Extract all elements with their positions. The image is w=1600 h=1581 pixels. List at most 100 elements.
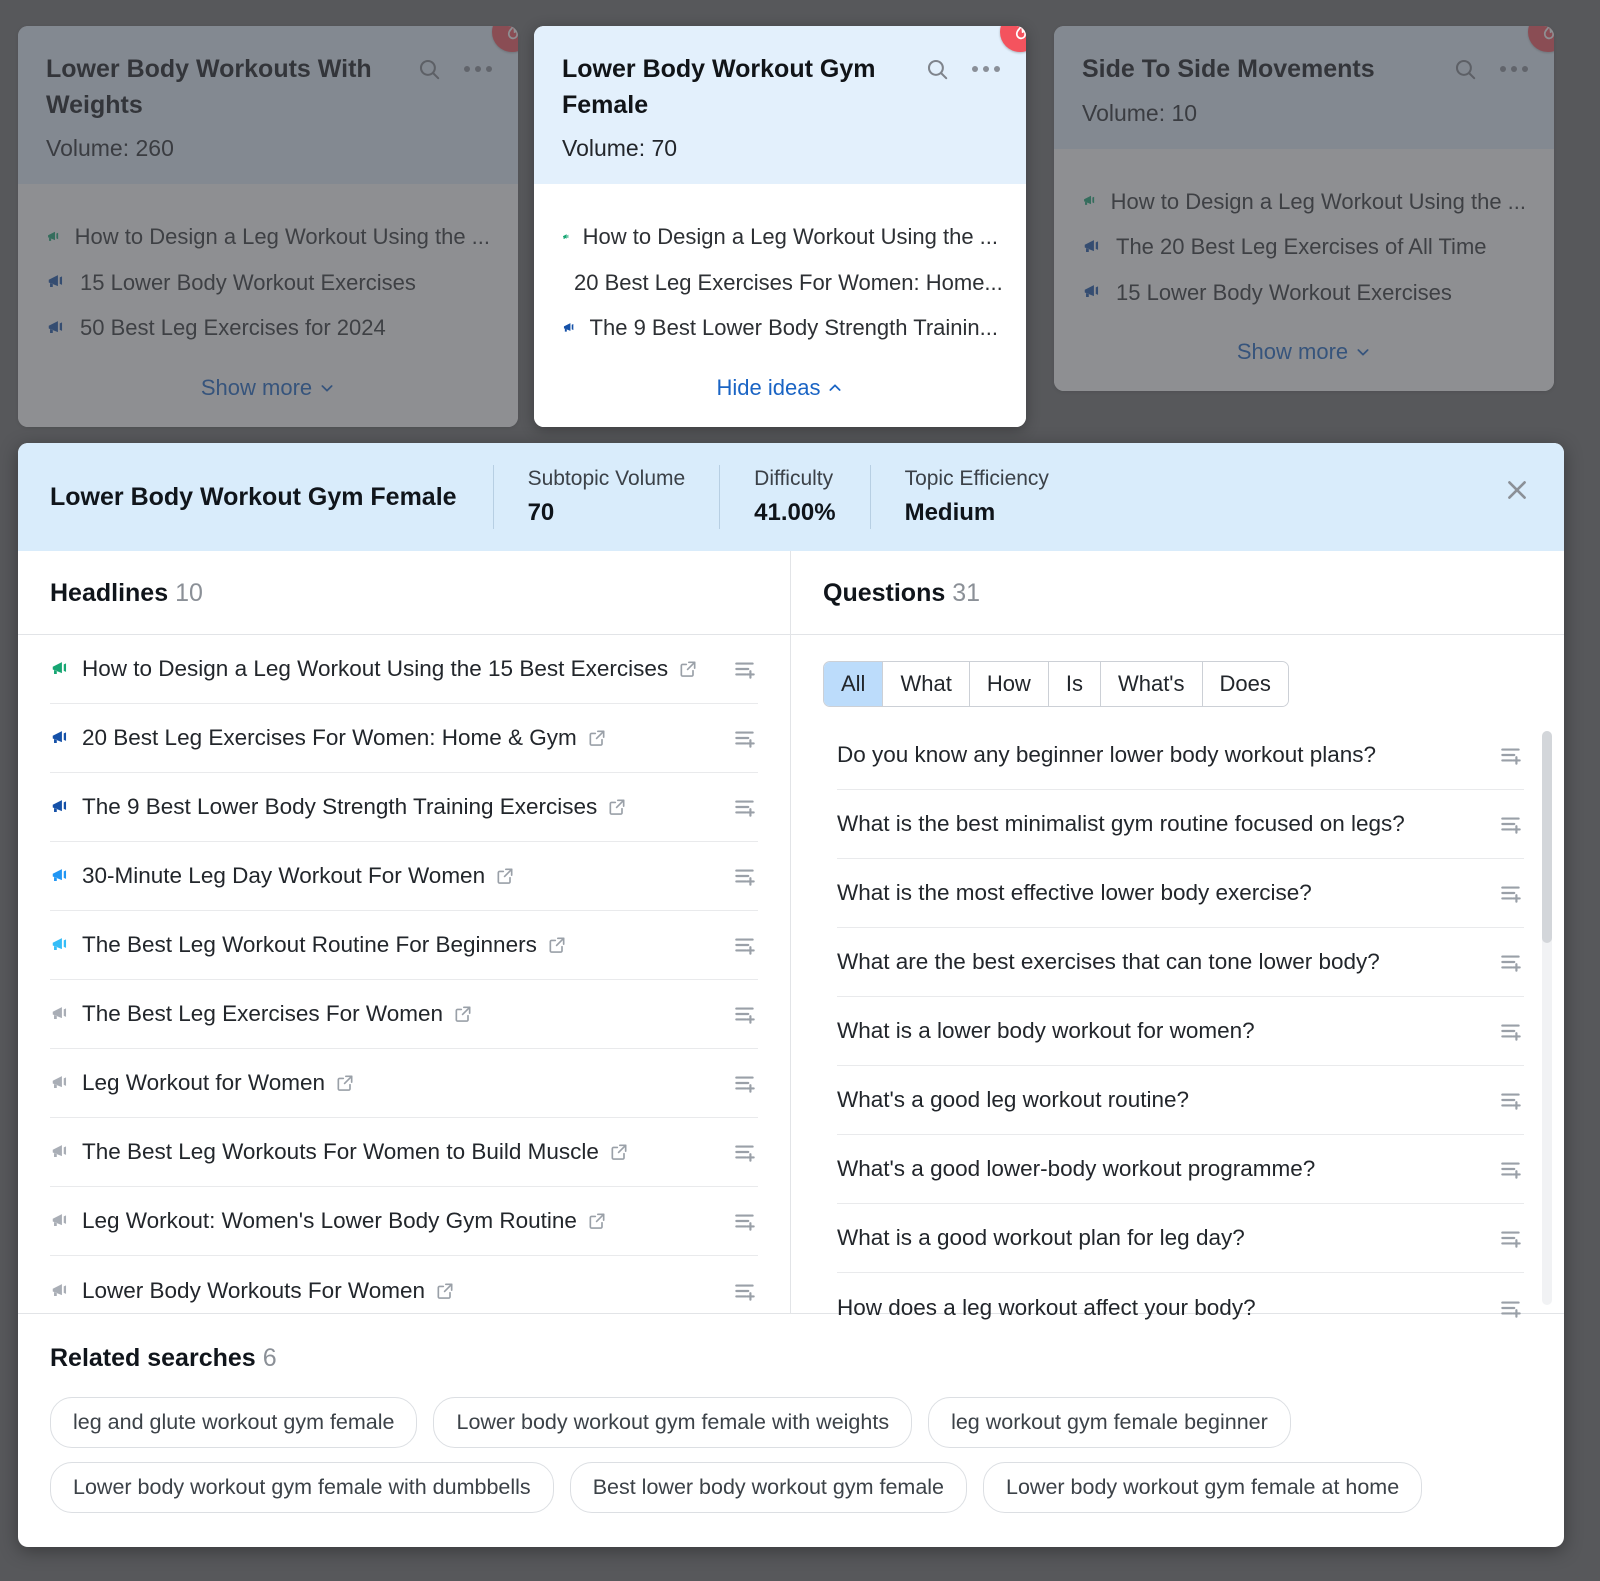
external-link-icon[interactable] [678, 659, 698, 679]
related-search-chip[interactable]: leg workout gym female beginner [928, 1397, 1291, 1448]
question-filter-is[interactable]: Is [1048, 662, 1101, 707]
question-text-wrap: How does a leg workout affect your body? [837, 1295, 1488, 1321]
headline-label: Leg Workout: Women's Lower Body Gym Rout… [82, 1208, 577, 1233]
external-link-icon[interactable] [607, 797, 627, 817]
headline-label: The Best Leg Workout Routine For Beginne… [82, 932, 537, 957]
add-to-list-icon[interactable] [732, 794, 758, 820]
external-link-icon[interactable] [453, 1004, 473, 1024]
close-icon[interactable] [1504, 477, 1530, 503]
headline-row[interactable]: 30-Minute Leg Day Workout For Women [50, 842, 758, 911]
question-text-wrap: What is the most effective lower body ex… [837, 880, 1488, 906]
question-row[interactable]: How does a leg workout affect your body? [837, 1273, 1524, 1342]
headline-text-wrap: The 9 Best Lower Body Strength Training … [50, 794, 722, 820]
question-row[interactable]: What are the best exercises that can ton… [837, 928, 1524, 998]
add-to-list-icon[interactable] [732, 725, 758, 751]
question-filter-does[interactable]: Does [1202, 662, 1288, 707]
external-link-icon[interactable] [609, 1142, 629, 1162]
list-item[interactable]: The 9 Best Lower Body Strength Trainin..… [562, 305, 998, 351]
list-item[interactable]: 20 Best Leg Exercises For Women: Home... [562, 260, 1003, 306]
add-to-list-icon[interactable] [1498, 811, 1524, 837]
related-search-chip[interactable]: Best lower body workout gym female [569, 1462, 968, 1513]
question-filter-whats[interactable]: What's [1100, 662, 1203, 707]
scrollbar-thumb[interactable] [1542, 731, 1552, 944]
question-filter-how[interactable]: How [969, 662, 1049, 707]
questions-title: Questions [823, 579, 946, 607]
headline-row[interactable]: The 9 Best Lower Body Strength Training … [50, 773, 758, 842]
external-link-icon[interactable] [435, 1281, 455, 1301]
add-to-list-icon[interactable] [1498, 1225, 1524, 1251]
metric-value: 41.00% [754, 499, 836, 526]
more-options-icon[interactable] [972, 66, 1000, 72]
headline-row[interactable]: The Best Leg Workouts For Women to Build… [50, 1118, 758, 1187]
add-to-list-icon[interactable] [732, 1208, 758, 1234]
headline-text-wrap: Leg Workout: Women's Lower Body Gym Rout… [50, 1208, 722, 1234]
question-row[interactable]: What is the most effective lower body ex… [837, 859, 1524, 929]
list-item[interactable]: How to Design a Leg Workout Using the ..… [562, 214, 998, 260]
headline-text-wrap: The Best Leg Workout Routine For Beginne… [50, 932, 722, 958]
add-to-list-icon[interactable] [1498, 1087, 1524, 1113]
question-filter-group[interactable]: All What How Is What's Does [823, 661, 1289, 708]
headline-label: Lower Body Workouts For Women [82, 1277, 426, 1303]
external-link-icon[interactable] [547, 935, 567, 955]
add-to-list-icon[interactable] [1498, 742, 1524, 768]
add-to-list-icon[interactable] [732, 932, 758, 958]
question-text-wrap: What's a good leg workout routine? [837, 1087, 1488, 1113]
question-row[interactable]: What is a good workout plan for leg day? [837, 1204, 1524, 1274]
questions-scroll-area: Do you know any beginner lower body work… [791, 721, 1564, 1320]
megaphone-icon [52, 800, 67, 813]
question-label: What is the best minimalist gym routine … [837, 811, 1405, 837]
headline-row[interactable]: 20 Best Leg Exercises For Women: Home & … [50, 704, 758, 773]
metric-topic-efficiency: Topic Efficiency Medium [871, 467, 1083, 527]
headlines-count: 10 [175, 579, 203, 607]
headline-text-wrap: 30-Minute Leg Day Workout For Women [50, 863, 722, 889]
add-to-list-icon[interactable] [732, 1070, 758, 1096]
add-to-list-icon[interactable] [732, 1001, 758, 1027]
add-to-list-icon[interactable] [1498, 880, 1524, 906]
card-volume: Volume: 70 [562, 135, 678, 161]
metric-label: Difficulty [754, 467, 834, 490]
add-to-list-icon[interactable] [1498, 1156, 1524, 1182]
related-search-chip[interactable]: Lower body workout gym female with dumbb… [50, 1462, 554, 1513]
add-to-list-icon[interactable] [1498, 949, 1524, 975]
headline-row[interactable]: The Best Leg Exercises For Women [50, 980, 758, 1049]
external-link-icon[interactable] [335, 1073, 355, 1093]
headline-row[interactable]: Leg Workout: Women's Lower Body Gym Rout… [50, 1187, 758, 1256]
question-row[interactable]: What's a good leg workout routine? [837, 1066, 1524, 1136]
modal-title: Lower Body Workout Gym Female [50, 482, 457, 511]
question-filter-all[interactable]: All [824, 662, 884, 707]
card-title: Lower Body Workout Gym Female [562, 55, 876, 119]
add-to-list-icon[interactable] [732, 863, 758, 889]
headlines-list: How to Design a Leg Workout Using the 15… [18, 635, 790, 1325]
external-link-icon[interactable] [587, 1211, 607, 1231]
add-to-list-icon[interactable] [732, 656, 758, 682]
external-link-icon[interactable] [495, 866, 515, 886]
megaphone-icon [52, 938, 67, 951]
add-to-list-icon[interactable] [1498, 1018, 1524, 1044]
question-label: What's a good lower-body workout program… [837, 1156, 1316, 1182]
add-to-list-icon[interactable] [732, 1278, 758, 1304]
question-filter-what[interactable]: What [883, 662, 970, 707]
headline-row[interactable]: Leg Workout for Women [50, 1049, 758, 1118]
related-search-chip[interactable]: Lower body workout gym female at home [983, 1462, 1423, 1513]
headline-row[interactable]: The Best Leg Workout Routine For Beginne… [50, 911, 758, 980]
question-row[interactable]: What is a lower body workout for women? [837, 997, 1524, 1067]
megaphone-icon [563, 234, 569, 239]
question-text-wrap: What is a good workout plan for leg day? [837, 1225, 1488, 1251]
add-to-list-icon[interactable] [732, 1139, 758, 1165]
related-search-chip[interactable]: leg and glute workout gym female [50, 1397, 418, 1448]
question-label: What is a good workout plan for leg day? [837, 1225, 1245, 1251]
headline-row[interactable]: How to Design a Leg Workout Using the 15… [50, 635, 758, 704]
headline-label: The Best Leg Workouts For Women to Build… [82, 1139, 599, 1164]
hide-ideas-button[interactable]: Hide ideas [534, 350, 1026, 427]
related-search-chip[interactable]: Lower body workout gym female with weigh… [433, 1397, 913, 1448]
question-row[interactable]: Do you know any beginner lower body work… [837, 721, 1524, 791]
search-icon[interactable] [924, 56, 950, 82]
add-to-list-icon[interactable] [1498, 1295, 1524, 1321]
external-link-icon[interactable] [587, 728, 607, 748]
headlines-pane: Headlines 10 How to Design a Leg Workout … [18, 551, 791, 1313]
headline-text-wrap: How to Design a Leg Workout Using the 15… [50, 656, 722, 682]
hide-ideas-label: Hide ideas [716, 374, 821, 400]
question-row[interactable]: What is the best minimalist gym routine … [837, 790, 1524, 860]
subtopic-card-active[interactable]: Lower Body Workout Gym Female Volume: 70… [534, 26, 1026, 427]
question-row[interactable]: What's a good lower-body workout program… [837, 1135, 1524, 1205]
